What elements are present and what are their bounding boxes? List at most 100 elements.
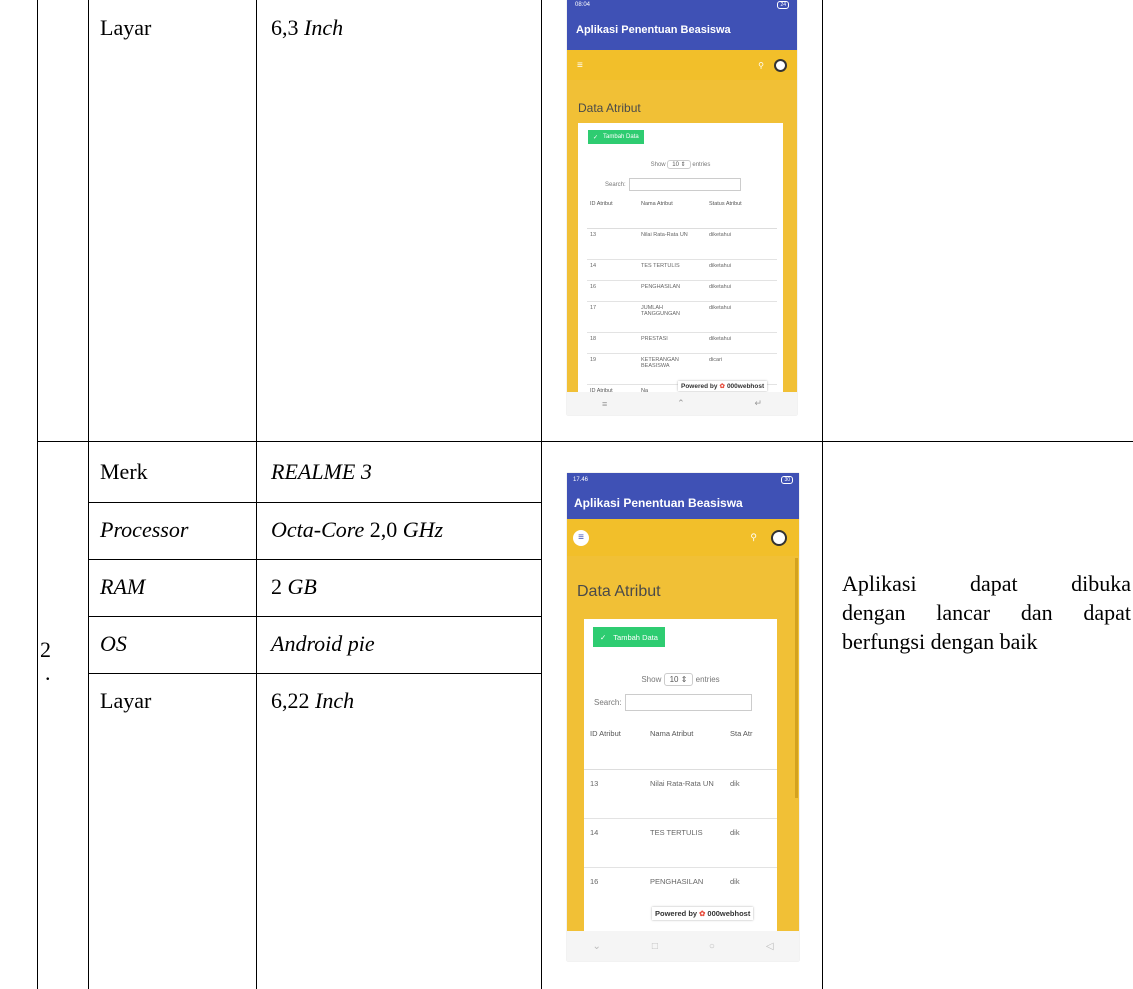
phone1-app-title: Aplikasi Penentuan Beasiswa [567, 10, 797, 50]
phone2-topbar: ≡ ⚲ [567, 519, 799, 556]
phone1-screenshot: 08:04 24 Aplikasi Penentuan Beasiswa ≡ ⚲… [567, 0, 797, 415]
phone1-th-id[interactable]: ID Atribut [587, 198, 638, 229]
phone2-scrollbar[interactable] [795, 558, 798, 798]
phone2-nav-back-icon[interactable]: ◁ [766, 941, 774, 952]
phone2-search-icon[interactable]: ⚲ [750, 532, 757, 543]
phone1-search-input[interactable] [628, 178, 741, 191]
phone2-cell: Nilai Rata-Rata UN [644, 769, 726, 819]
phone2-search-label: Search: [594, 698, 622, 707]
phone1-cell: diketahui [706, 280, 777, 302]
phone2-search-input[interactable] [624, 694, 752, 711]
processor-cores: Octa-Core [271, 517, 365, 542]
phone2-nav-down-icon[interactable]: ⌄ [592, 941, 600, 952]
phone2-card: ✓ Tambah Data Show 10 ⇕ entries Search: … [584, 619, 777, 931]
table-row: 13 Nilai Rata-Rata UN dik [584, 769, 777, 819]
phone1-card: ✓ Tambah Data Show 10 ⇕ entries Search: … [578, 123, 783, 392]
phone1-th-status[interactable]: Status Atribut [706, 198, 777, 229]
phone1-status-time: 08:04 [575, 2, 591, 8]
phone1-cell: PRESTASI [638, 332, 706, 354]
phone1-cell: 14 [587, 259, 638, 281]
phone2-powered-badge[interactable]: Powered by ✿ 000webhost [652, 907, 754, 920]
phone1-battery-icon: 24 [777, 1, 789, 9]
table-row: 17 JUMLAH TANGGUNGAN diketahui [587, 301, 777, 333]
phone1-cell: KETERANGAN BEASISWA [638, 353, 706, 385]
os-label: OS [100, 631, 127, 656]
row2-layar-value: 6,22 Inch [271, 688, 354, 714]
phone2-th-status[interactable]: Sta Atr [726, 723, 777, 770]
phone2-app-title: Aplikasi Penentuan Beasiswa [567, 487, 799, 519]
phone1-page-title: Data Atribut [578, 101, 641, 115]
table-row: 16 PENGHASILAN diketahui [587, 280, 777, 302]
processor-label: Processor [100, 517, 189, 542]
phone2-add-button[interactable]: ✓ Tambah Data [593, 627, 665, 647]
phone1-cell: PENGHASILAN [638, 280, 706, 302]
phone2-cell: dik [726, 818, 777, 868]
ram-amount: 2 [271, 574, 282, 599]
phone1-nav-back-icon[interactable]: ↵ [755, 398, 763, 409]
phone1-cell: 16 [587, 280, 638, 302]
phone1-add-button-label: Tambah Data [603, 134, 639, 140]
result-line-2: dengan lancar dan dapat [842, 600, 1131, 625]
table-row: 14 TES TERTULIS dik [584, 818, 777, 868]
table-border-left [37, 0, 38, 989]
phone1-entries-label: entries [692, 162, 711, 168]
spec-divider-4 [88, 673, 541, 674]
phone2-cell: dik [726, 769, 777, 819]
phone2-status-bar: 17.46 30 [567, 473, 799, 487]
phone1-webhost-name: 000webhost [726, 382, 765, 390]
phone2-th-id[interactable]: ID Atribut [584, 723, 644, 770]
phone1-cell: dicari [706, 353, 777, 385]
phone1-powered-badge[interactable]: Powered by ✿ 000webhost [678, 381, 768, 391]
phone2-menu-icon[interactable]: ≡ [573, 529, 589, 546]
phone2-status-time: 17.46 [573, 477, 589, 483]
phone1-data-table: ID Atribut Nama Atribut Status Atribut 1… [587, 198, 777, 392]
phone1-nav-menu-icon[interactable]: ≡ [602, 399, 607, 409]
phone1-entries-select[interactable]: 10 ⇕ [667, 160, 691, 169]
phone2-show-entries: Show 10 ⇕ entries [584, 673, 777, 686]
phone2-nav-recents-icon[interactable]: □ [652, 941, 658, 952]
phone1-content: Data Atribut ✓ Tambah Data Show 10 ⇕ ent… [567, 80, 797, 392]
phone2-battery-icon: 30 [781, 476, 793, 484]
row1-layar-label: Layar [100, 15, 152, 40]
phone2-webhost-name: 000webhost [707, 909, 751, 918]
phone2-nav-home-icon[interactable]: ○ [709, 941, 715, 952]
phone2-search: Search: [594, 694, 752, 711]
spec-divider-2 [88, 559, 541, 560]
phone2-cell: 14 [584, 818, 644, 868]
phone1-cell: 18 [587, 332, 638, 354]
table-border-col4 [541, 0, 542, 989]
phone2-show-label: Show [641, 675, 662, 684]
phone2-powered-label: Powered by [655, 909, 698, 918]
processor-speed: 2,0 [369, 517, 398, 542]
phone2-entries-select[interactable]: 10 ⇕ [663, 673, 694, 686]
phone2-cell: TES TERTULIS [644, 818, 726, 868]
phone1-nav-home-icon[interactable]: ⌃ [677, 398, 685, 409]
row2-layar-number: 6,22 [271, 688, 310, 713]
os-value: Android pie [271, 631, 375, 656]
table-row: 19 KETERANGAN BEASISWA dicari [587, 353, 777, 385]
phone2-screenshot: 17.46 30 Aplikasi Penentuan Beasiswa ≡ ⚲… [567, 473, 799, 961]
phone1-topbar: ≡ ⚲ [567, 50, 797, 80]
table-border-col2 [88, 0, 89, 989]
ram-value: 2 GB [271, 574, 317, 600]
phone1-cell: TES TERTULIS [638, 259, 706, 281]
row1-layar-number: 6,3 [271, 15, 299, 40]
phone2-webhost-logo-icon: ✿ [699, 909, 706, 918]
table-row: 14 TES TERTULIS diketahui [587, 259, 777, 281]
table-row: 13 Nilai Rata-Rata UN diketahui [587, 228, 777, 260]
phone2-content: Data Atribut ✓ Tambah Data Show 10 ⇕ ent… [567, 556, 799, 931]
phone1-th-nama[interactable]: Nama Atribut [638, 198, 706, 229]
phone1-show-entries: Show 10 ⇕ entries [578, 160, 783, 169]
phone1-avatar-icon[interactable] [774, 58, 787, 72]
phone1-webhost-logo-icon: ✿ [719, 383, 725, 390]
ram-unit: GB [287, 574, 317, 599]
phone1-footer-id: ID Atribut [587, 384, 638, 392]
phone2-th-nama[interactable]: Nama Atribut [644, 723, 726, 770]
phone1-menu-icon[interactable]: ≡ [577, 60, 583, 71]
table-border-col5 [822, 0, 823, 989]
row1-layar-value: 6,3 Inch [271, 15, 343, 41]
phone1-search-icon[interactable]: ⚲ [758, 61, 764, 70]
phone2-avatar-icon[interactable] [771, 529, 787, 546]
phone1-add-button[interactable]: ✓ Tambah Data [588, 130, 644, 144]
phone1-entries-value: 10 [672, 162, 679, 168]
